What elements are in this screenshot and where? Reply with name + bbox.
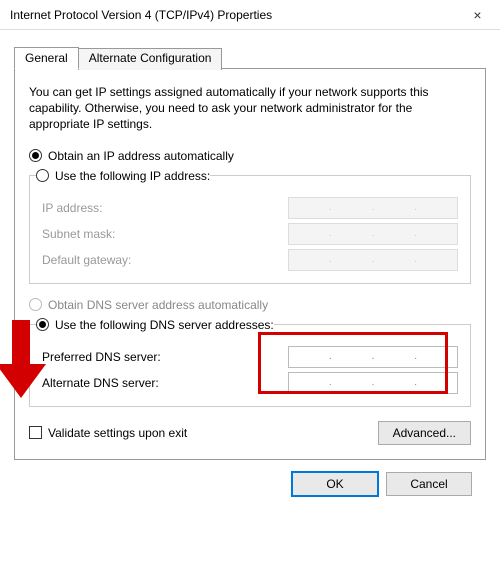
radio-icon	[36, 169, 49, 182]
radio-dns-manual[interactable]: Use the following DNS server addresses:	[36, 318, 274, 332]
default-gateway-field: ...	[288, 249, 458, 271]
radio-icon	[36, 318, 49, 331]
radio-ip-manual-label: Use the following IP address:	[55, 169, 210, 183]
radio-icon	[29, 149, 42, 162]
radio-icon	[29, 298, 42, 311]
close-icon: ×	[473, 7, 481, 23]
radio-dns-manual-label: Use the following DNS server addresses:	[55, 318, 274, 332]
validate-checkbox[interactable]	[29, 426, 42, 439]
bottom-row: Validate settings upon exit Advanced...	[29, 421, 471, 445]
window-title: Internet Protocol Version 4 (TCP/IPv4) P…	[10, 8, 455, 22]
dns-manual-group: Use the following DNS server addresses: …	[29, 318, 471, 407]
radio-ip-auto-label: Obtain an IP address automatically	[48, 149, 234, 163]
tab-alternate-configuration[interactable]: Alternate Configuration	[78, 48, 223, 70]
preferred-dns-label: Preferred DNS server:	[42, 350, 288, 364]
ip-address-label: IP address:	[42, 201, 288, 215]
dialog-buttons: OK Cancel	[14, 460, 486, 496]
preferred-dns-field[interactable]: ...	[288, 346, 458, 368]
advanced-button[interactable]: Advanced...	[378, 421, 471, 445]
subnet-mask-label: Subnet mask:	[42, 227, 288, 241]
intro-text: You can get IP settings assigned automat…	[29, 84, 471, 133]
radio-dns-auto[interactable]: Obtain DNS server address automatically	[29, 298, 471, 312]
cancel-button[interactable]: Cancel	[386, 472, 472, 496]
titlebar: Internet Protocol Version 4 (TCP/IPv4) P…	[0, 0, 500, 30]
alternate-dns-label: Alternate DNS server:	[42, 376, 288, 390]
subnet-mask-field: ...	[288, 223, 458, 245]
close-button[interactable]: ×	[455, 0, 500, 30]
ip-manual-group: Use the following IP address: IP address…	[29, 169, 471, 284]
tab-strip: General Alternate Configuration	[14, 46, 486, 69]
dialog-content: General Alternate Configuration You can …	[0, 30, 500, 508]
radio-dns-auto-label: Obtain DNS server address automatically	[48, 298, 268, 312]
tab-general[interactable]: General	[14, 47, 79, 69]
tab-panel-general: You can get IP settings assigned automat…	[14, 69, 486, 460]
validate-label: Validate settings upon exit	[48, 426, 187, 440]
radio-ip-manual[interactable]: Use the following IP address:	[36, 169, 210, 183]
ok-button[interactable]: OK	[292, 472, 378, 496]
ip-address-field: ...	[288, 197, 458, 219]
default-gateway-label: Default gateway:	[42, 253, 288, 267]
radio-ip-auto[interactable]: Obtain an IP address automatically	[29, 149, 471, 163]
alternate-dns-field[interactable]: ...	[288, 372, 458, 394]
